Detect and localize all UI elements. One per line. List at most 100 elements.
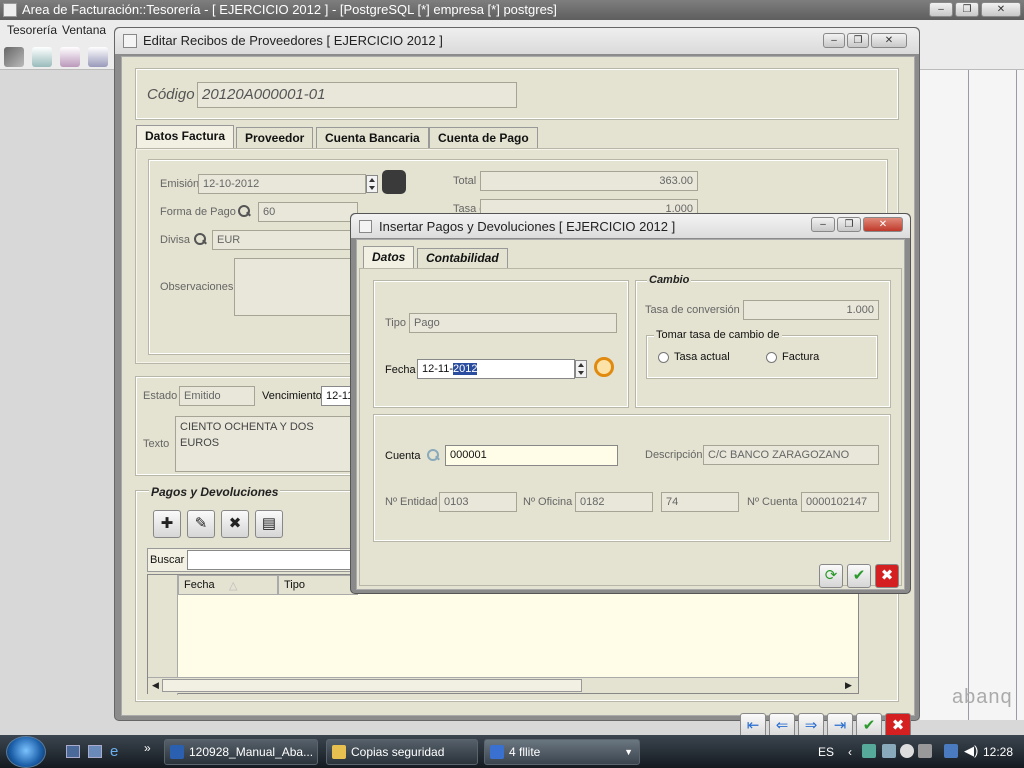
maximize-button[interactable]: ❐ bbox=[837, 217, 861, 232]
document-icon[interactable] bbox=[32, 47, 52, 67]
tray-app-icon[interactable] bbox=[862, 744, 876, 758]
emision-field[interactable]: 12-10-2012 bbox=[198, 174, 366, 194]
tray-drive-icon[interactable] bbox=[918, 744, 932, 758]
divisa-search-icon[interactable] bbox=[194, 233, 208, 247]
cuenta-search-icon[interactable] bbox=[427, 449, 441, 463]
tab-datos[interactable]: Datos bbox=[363, 246, 415, 268]
refresh-button[interactable]: ⟳ bbox=[819, 564, 843, 588]
main-window-title: Area de Facturación::Tesorería - [ EJERC… bbox=[22, 2, 557, 17]
volume-icon[interactable]: ◀) bbox=[964, 743, 978, 759]
emision-spinner[interactable] bbox=[366, 175, 378, 193]
texto-field[interactable]: CIENTO OCHENTA Y DOS EUROS bbox=[175, 416, 355, 472]
tasa-actual-radio[interactable] bbox=[658, 352, 669, 363]
tomar-tasa-label: Tomar tasa de cambio de bbox=[654, 329, 782, 341]
tray-clock-app-icon[interactable] bbox=[900, 744, 914, 758]
accept-button[interactable]: ✔ bbox=[847, 564, 871, 588]
recibos-titlebar[interactable]: Editar Recibos de Proveedores [ EJERCICI… bbox=[115, 28, 919, 54]
close-button[interactable]: ✕ bbox=[863, 217, 903, 232]
workspace-panel bbox=[920, 70, 1024, 720]
factura-radio[interactable] bbox=[766, 352, 777, 363]
column-label: Tipo bbox=[284, 579, 305, 591]
total-label: Total bbox=[453, 175, 477, 187]
cambio-title: Cambio bbox=[647, 274, 692, 286]
descripcion-field: C/C BANCO ZARAGOZANO bbox=[703, 445, 879, 465]
calendar-icon[interactable] bbox=[594, 357, 614, 377]
internet-explorer-icon[interactable]: e bbox=[110, 743, 118, 760]
divider bbox=[968, 70, 969, 720]
tasa-conversion-field: 1.000 bbox=[743, 300, 879, 320]
minimize-button[interactable]: – bbox=[811, 217, 835, 232]
start-button[interactable] bbox=[6, 736, 46, 768]
forma-pago-field[interactable]: 60 bbox=[258, 202, 358, 222]
scrollbar-thumb[interactable] bbox=[162, 679, 582, 692]
export-icon[interactable] bbox=[88, 47, 108, 67]
divisa-field[interactable]: EUR bbox=[212, 230, 358, 250]
date-picker-icon[interactable] bbox=[382, 170, 406, 194]
main-window-titlebar[interactable]: Area de Facturación::Tesorería - [ EJERC… bbox=[0, 0, 1024, 20]
show-desktop-icon[interactable] bbox=[66, 745, 80, 758]
column-header-tipo[interactable]: Tipo bbox=[278, 575, 358, 595]
document-print-icon[interactable] bbox=[60, 47, 80, 67]
cuenta-input[interactable]: 000001 bbox=[445, 445, 618, 466]
clock[interactable]: 12:28 bbox=[983, 745, 1013, 759]
observaciones-field[interactable] bbox=[234, 258, 358, 316]
tab-cuenta-bancaria[interactable]: Cuenta Bancaria bbox=[316, 127, 429, 149]
divisa-label: Divisa bbox=[160, 234, 190, 246]
tab-contabilidad[interactable]: Contabilidad bbox=[417, 248, 508, 268]
scroll-right-arrow-icon[interactable]: ▶ bbox=[845, 680, 852, 691]
tray-chevron-icon[interactable]: ‹ bbox=[848, 745, 852, 759]
column-label: Fecha bbox=[184, 579, 215, 591]
abanq-watermark: abanq bbox=[952, 686, 1013, 708]
estado-label: Estado bbox=[143, 390, 178, 402]
chevron-right-icon[interactable]: » bbox=[144, 741, 151, 755]
divider bbox=[1016, 70, 1017, 720]
taskbar-item-manual[interactable]: 120928_Manual_Aba... bbox=[164, 739, 318, 765]
taskbar-item-copias[interactable]: Copias seguridad bbox=[326, 739, 478, 765]
taskbar-item-label: Copias seguridad bbox=[351, 745, 445, 759]
tipo-label: Tipo bbox=[385, 317, 406, 329]
fecha-spinner[interactable] bbox=[575, 360, 587, 378]
scroll-left-arrow-icon[interactable]: ◀ bbox=[152, 680, 159, 691]
close-button[interactable]: ✕ bbox=[981, 2, 1021, 17]
tipo-field: Pago bbox=[409, 313, 617, 333]
tab-datos-factura[interactable]: Datos Factura bbox=[136, 125, 235, 149]
forma-pago-search-icon[interactable] bbox=[238, 205, 252, 219]
cancel-button[interactable]: ✖ bbox=[875, 564, 899, 588]
sort-ascending-icon: △ bbox=[229, 580, 238, 592]
codigo-label: Código bbox=[147, 86, 195, 103]
column-header-fecha[interactable]: Fecha △ bbox=[178, 575, 278, 595]
factura-label: Factura bbox=[782, 351, 820, 363]
descripcion-label: Descripción bbox=[645, 449, 703, 461]
taskbar: e » 120928_Manual_Aba... Copias segurida… bbox=[0, 735, 1024, 768]
new-pago-button[interactable]: ✚ bbox=[153, 510, 181, 538]
taskbar-item-label: 4 fllite bbox=[509, 745, 541, 759]
maximize-button[interactable]: ❐ bbox=[847, 33, 869, 48]
view-pago-button[interactable]: ▤ bbox=[255, 510, 283, 538]
tools-icon[interactable] bbox=[4, 47, 24, 67]
buscar-label: Buscar bbox=[150, 554, 185, 566]
fecha-input[interactable]: 12-11-2012 bbox=[417, 359, 575, 379]
maximize-button[interactable]: ❐ bbox=[955, 2, 979, 17]
minimize-button[interactable]: – bbox=[929, 2, 953, 17]
minimize-button[interactable]: – bbox=[823, 33, 845, 48]
tab-proveedor[interactable]: Proveedor bbox=[236, 127, 314, 149]
buscar-input[interactable] bbox=[187, 550, 351, 570]
window-icon bbox=[359, 220, 372, 233]
delete-pago-button[interactable]: ✖ bbox=[221, 510, 249, 538]
language-indicator[interactable]: ES bbox=[818, 745, 834, 759]
switch-windows-icon[interactable] bbox=[88, 745, 102, 758]
horizontal-scrollbar[interactable]: ◀ ▶ bbox=[148, 677, 858, 693]
dialog-titlebar[interactable]: Insertar Pagos y Devoluciones [ EJERCICI… bbox=[351, 214, 910, 238]
datos-tab-panel: Tipo Pago Fecha 12-11-2012 Cambio Tasa d… bbox=[359, 268, 902, 586]
tab-cuenta-de-pago[interactable]: Cuenta de Pago bbox=[429, 127, 538, 149]
edit-pago-button[interactable]: ✎ bbox=[187, 510, 215, 538]
menu-tesoreria[interactable]: Tesorería bbox=[7, 23, 57, 37]
tray-safely-remove-icon[interactable] bbox=[882, 744, 896, 758]
menu-ventana[interactable]: Ventana bbox=[62, 23, 106, 37]
chevron-down-icon: ▼ bbox=[624, 747, 633, 757]
close-button[interactable]: ✕ bbox=[871, 33, 907, 48]
network-icon[interactable] bbox=[944, 744, 958, 758]
taskbar-item-fllite[interactable]: 4 fllite ▼ bbox=[484, 739, 640, 765]
cuenta-panel: Cuenta 000001 Descripción C/C BANCO ZARA… bbox=[373, 414, 891, 542]
texto-label: Texto bbox=[143, 438, 170, 450]
